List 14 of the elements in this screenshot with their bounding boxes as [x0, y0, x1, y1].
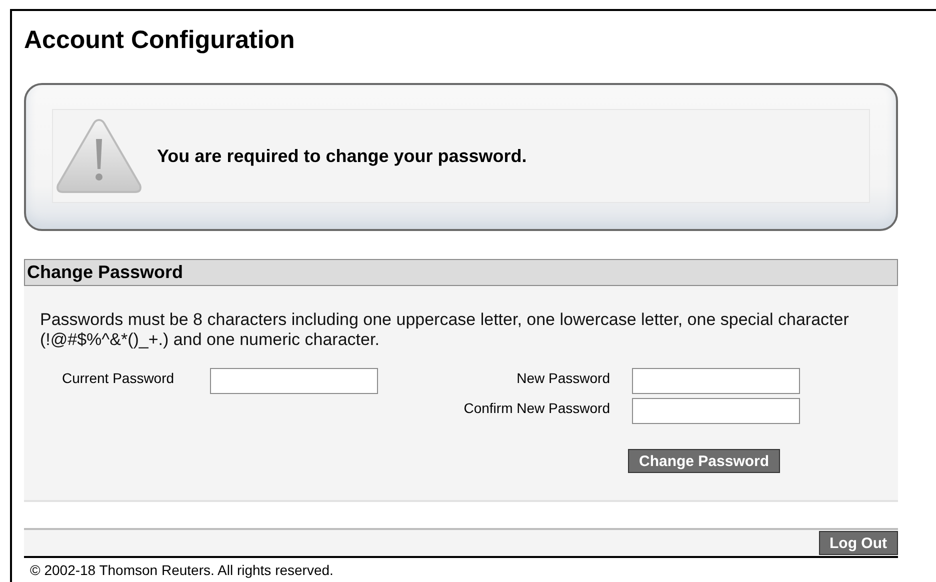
- password-requirements: Passwords must be 8 characters including one uppercase letter, one lowercase letter, one special character (!@#$%^&*()_+.) and one numeric character.: [40, 310, 850, 350]
- section-title: Change Password: [27, 262, 184, 283]
- password-field[interactable]: [632, 398, 800, 424]
- field-label: Current Password: [61, 369, 174, 388]
- logout-button[interactable]: Log Out: [818, 531, 898, 555]
- page-title: Account Configuration: [24, 25, 296, 55]
- warning-icon: [55, 117, 143, 195]
- password-field[interactable]: [632, 368, 800, 394]
- field-label: New Password: [516, 369, 610, 388]
- field-label: Confirm New Password: [464, 399, 610, 418]
- change-password-button[interactable]: Change Password: [628, 449, 780, 473]
- alert-message: You are required to change your password.: [157, 146, 527, 166]
- password-field[interactable]: [210, 368, 378, 394]
- copyright-text: © 2002-18 Thomson Reuters. All rights reserved.: [30, 562, 334, 578]
